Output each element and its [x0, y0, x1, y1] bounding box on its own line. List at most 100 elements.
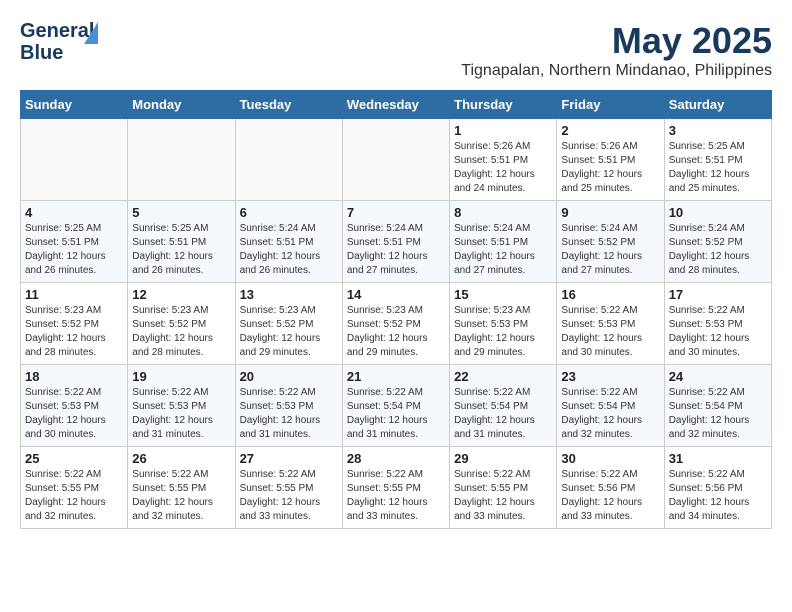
day-info: Sunrise: 5:22 AMSunset: 5:54 PMDaylight:… — [669, 386, 767, 442]
day-number: 3 — [669, 123, 767, 138]
day-number: 28 — [347, 451, 445, 466]
calendar-cell — [21, 119, 128, 201]
calendar-cell: 4 Sunrise: 5:25 AMSunset: 5:51 PMDaylight… — [21, 201, 128, 283]
calendar-cell: 8Sunrise: 5:24 AMSunset: 5:51 PMDaylight… — [450, 201, 557, 283]
day-info: Sunrise: 5:25 AMSunset: 5:51 PMDaylight:… — [132, 222, 230, 278]
calendar-cell: 26Sunrise: 5:22 AMSunset: 5:55 PMDayligh… — [128, 447, 235, 529]
day-info: Sunrise: 5:23 AMSunset: 5:52 PMDaylight:… — [240, 304, 338, 360]
day-number: 1 — [454, 123, 552, 138]
day-number: 4 — [25, 205, 123, 220]
day-number: 21 — [347, 369, 445, 384]
day-number: 14 — [347, 287, 445, 302]
calendar-cell: 2 Sunrise: 5:26 AMSunset: 5:51 PMDaylight… — [557, 119, 664, 201]
calendar-cell: 27 Sunrise: 5:22 AMSunset: 5:55 PMDayligh… — [235, 447, 342, 529]
day-number: 19 — [132, 369, 230, 384]
day-info: Sunrise: 5:22 AMSunset: 5:55 PMDaylight:… — [347, 468, 445, 524]
day-number: 22 — [454, 369, 552, 384]
day-info: Sunrise: 5:22 AMSunset: 5:54 PMDaylight:… — [561, 386, 659, 442]
calendar-cell: 17 Sunrise: 5:22 AMSunset: 5:53 PMDayligh… — [664, 283, 771, 365]
calendar-cell: 31 Sunrise: 5:22 AMSunset: 5:56 PMDayligh… — [664, 447, 771, 529]
calendar-cell — [235, 119, 342, 201]
weekday-header-friday: Friday — [557, 91, 664, 119]
calendar-cell: 23 Sunrise: 5:22 AMSunset: 5:54 PMDayligh… — [557, 365, 664, 447]
day-info: Sunrise: 5:23 AMSunset: 5:52 PMDaylight:… — [25, 304, 123, 360]
calendar-cell: 16Sunrise: 5:22 AMSunset: 5:53 PMDayligh… — [557, 283, 664, 365]
day-number: 31 — [669, 451, 767, 466]
day-number: 24 — [669, 369, 767, 384]
day-number: 11 — [25, 287, 123, 302]
calendar-cell: 11 Sunrise: 5:23 AMSunset: 5:52 PMDayligh… — [21, 283, 128, 365]
day-info: Sunrise: 5:25 AMSunset: 5:51 PMDaylight:… — [669, 140, 767, 196]
calendar-cell: 9Sunrise: 5:24 AMSunset: 5:52 PMDaylight… — [557, 201, 664, 283]
calendar-cell: 5 Sunrise: 5:25 AMSunset: 5:51 PMDaylight… — [128, 201, 235, 283]
day-number: 6 — [240, 205, 338, 220]
day-info: Sunrise: 5:25 AMSunset: 5:51 PMDaylight:… — [25, 222, 123, 278]
calendar-cell: 25 Sunrise: 5:22 AMSunset: 5:55 PMDayligh… — [21, 447, 128, 529]
calendar-cell: 30 Sunrise: 5:22 AMSunset: 5:56 PMDayligh… — [557, 447, 664, 529]
day-number: 2 — [561, 123, 659, 138]
day-info: Sunrise: 5:24 AMSunset: 5:51 PMDaylight:… — [347, 222, 445, 278]
calendar-cell: 12Sunrise: 5:23 AMSunset: 5:52 PMDayligh… — [128, 283, 235, 365]
day-info: Sunrise: 5:22 AMSunset: 5:54 PMDaylight:… — [347, 386, 445, 442]
day-number: 5 — [132, 205, 230, 220]
day-number: 15 — [454, 287, 552, 302]
calendar-cell: 10 Sunrise: 5:24 AMSunset: 5:52 PMDayligh… — [664, 201, 771, 283]
day-info: Sunrise: 5:22 AMSunset: 5:55 PMDaylight:… — [240, 468, 338, 524]
calendar-cell: 19 Sunrise: 5:22 AMSunset: 5:53 PMDayligh… — [128, 365, 235, 447]
day-info: Sunrise: 5:24 AMSunset: 5:52 PMDaylight:… — [669, 222, 767, 278]
weekday-header-monday: Monday — [128, 91, 235, 119]
day-info: Sunrise: 5:22 AMSunset: 5:55 PMDaylight:… — [25, 468, 123, 524]
day-number: 17 — [669, 287, 767, 302]
calendar-cell: 22 Sunrise: 5:22 AMSunset: 5:54 PMDayligh… — [450, 365, 557, 447]
day-info: Sunrise: 5:22 AMSunset: 5:53 PMDaylight:… — [25, 386, 123, 442]
day-number: 16 — [561, 287, 659, 302]
day-info: Sunrise: 5:22 AMSunset: 5:54 PMDaylight:… — [454, 386, 552, 442]
weekday-header-thursday: Thursday — [450, 91, 557, 119]
calendar-cell — [342, 119, 449, 201]
calendar-cell: 21 Sunrise: 5:22 AMSunset: 5:54 PMDayligh… — [342, 365, 449, 447]
day-number: 25 — [25, 451, 123, 466]
calendar-cell: 20 Sunrise: 5:22 AMSunset: 5:53 PMDayligh… — [235, 365, 342, 447]
day-info: Sunrise: 5:22 AMSunset: 5:53 PMDaylight:… — [669, 304, 767, 360]
day-info: Sunrise: 5:22 AMSunset: 5:53 PMDaylight:… — [132, 386, 230, 442]
calendar-cell: 28 Sunrise: 5:22 AMSunset: 5:55 PMDayligh… — [342, 447, 449, 529]
calendar-cell: 18 Sunrise: 5:22 AMSunset: 5:53 PMDayligh… — [21, 365, 128, 447]
calendar-cell: 13 Sunrise: 5:23 AMSunset: 5:52 PMDayligh… — [235, 283, 342, 365]
day-number: 23 — [561, 369, 659, 384]
location-title: Tignapalan, Northern Mindanao, Philippin… — [461, 62, 772, 80]
day-info: Sunrise: 5:22 AMSunset: 5:53 PMDaylight:… — [240, 386, 338, 442]
weekday-header-wednesday: Wednesday — [342, 91, 449, 119]
calendar-cell: 1 Sunrise: 5:26 AMSunset: 5:51 PMDaylight… — [450, 119, 557, 201]
day-number: 13 — [240, 287, 338, 302]
calendar-cell — [128, 119, 235, 201]
weekday-header-sunday: Sunday — [21, 91, 128, 119]
calendar-cell: 15 Sunrise: 5:23 AMSunset: 5:53 PMDayligh… — [450, 283, 557, 365]
day-number: 18 — [25, 369, 123, 384]
day-info: Sunrise: 5:22 AMSunset: 5:56 PMDaylight:… — [561, 468, 659, 524]
day-number: 10 — [669, 205, 767, 220]
day-info: Sunrise: 5:22 AMSunset: 5:55 PMDaylight:… — [132, 468, 230, 524]
day-number: 29 — [454, 451, 552, 466]
calendar-table: SundayMondayTuesdayWednesdayThursdayFrid… — [20, 90, 772, 529]
day-info: Sunrise: 5:22 AMSunset: 5:56 PMDaylight:… — [669, 468, 767, 524]
weekday-header-tuesday: Tuesday — [235, 91, 342, 119]
logo: General Blue — [20, 20, 90, 65]
calendar-cell: 14Sunrise: 5:23 AMSunset: 5:52 PMDayligh… — [342, 283, 449, 365]
day-number: 30 — [561, 451, 659, 466]
day-number: 9 — [561, 205, 659, 220]
day-info: Sunrise: 5:26 AMSunset: 5:51 PMDaylight:… — [454, 140, 552, 196]
day-info: Sunrise: 5:23 AMSunset: 5:53 PMDaylight:… — [454, 304, 552, 360]
day-info: Sunrise: 5:23 AMSunset: 5:52 PMDaylight:… — [132, 304, 230, 360]
weekday-header-saturday: Saturday — [664, 91, 771, 119]
month-title: May 2025 — [461, 20, 772, 62]
day-number: 27 — [240, 451, 338, 466]
calendar-cell: 24 Sunrise: 5:22 AMSunset: 5:54 PMDayligh… — [664, 365, 771, 447]
page-header: General Blue May 2025 Tignapalan, Northe… — [20, 20, 772, 80]
calendar-cell: 6Sunrise: 5:24 AMSunset: 5:51 PMDaylight… — [235, 201, 342, 283]
day-info: Sunrise: 5:26 AMSunset: 5:51 PMDaylight:… — [561, 140, 659, 196]
day-info: Sunrise: 5:22 AMSunset: 5:55 PMDaylight:… — [454, 468, 552, 524]
day-number: 8 — [454, 205, 552, 220]
calendar-cell: 29 Sunrise: 5:22 AMSunset: 5:55 PMDayligh… — [450, 447, 557, 529]
title-section: May 2025 Tignapalan, Northern Mindanao, … — [461, 20, 772, 80]
day-number: 20 — [240, 369, 338, 384]
